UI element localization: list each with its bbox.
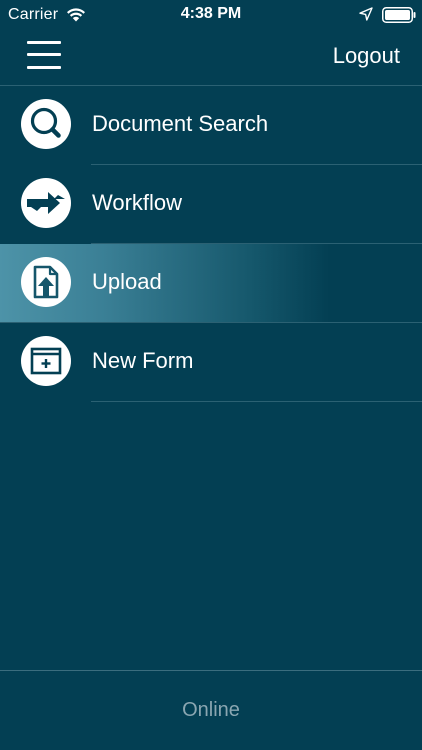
location-arrow-icon (359, 7, 373, 21)
hamburger-line (27, 41, 61, 44)
battery-icon (382, 7, 416, 23)
new-form-icon (21, 336, 71, 386)
nav-bar: Logout (0, 30, 422, 85)
connection-status: Online (182, 699, 240, 721)
logout-button[interactable]: Logout (333, 43, 400, 69)
hamburger-menu-icon[interactable] (27, 41, 61, 69)
menu-item-upload[interactable]: Upload (0, 244, 422, 323)
menu-item-workflow[interactable]: Workflow (0, 165, 422, 244)
hamburger-line (27, 53, 61, 56)
menu-item-label: Upload (92, 269, 162, 294)
menu-item-label: Document Search (92, 111, 269, 136)
menu-item-label: New Form (92, 348, 194, 373)
upload-document-icon (21, 257, 71, 307)
menu-divider (91, 401, 422, 402)
footer-divider (0, 670, 422, 671)
menu-item-label: Workflow (92, 190, 183, 215)
menu-item-new-form[interactable]: New Form (0, 323, 422, 402)
status-bar: Carrier 4:38 PM (0, 0, 422, 30)
menu-item-document-search[interactable]: Document Search (0, 86, 422, 165)
workflow-arrows-icon (21, 178, 71, 228)
hamburger-line (27, 66, 61, 69)
main-menu: Document Search Workflow Upload New Form (0, 86, 422, 402)
magnifier-icon (21, 99, 71, 149)
